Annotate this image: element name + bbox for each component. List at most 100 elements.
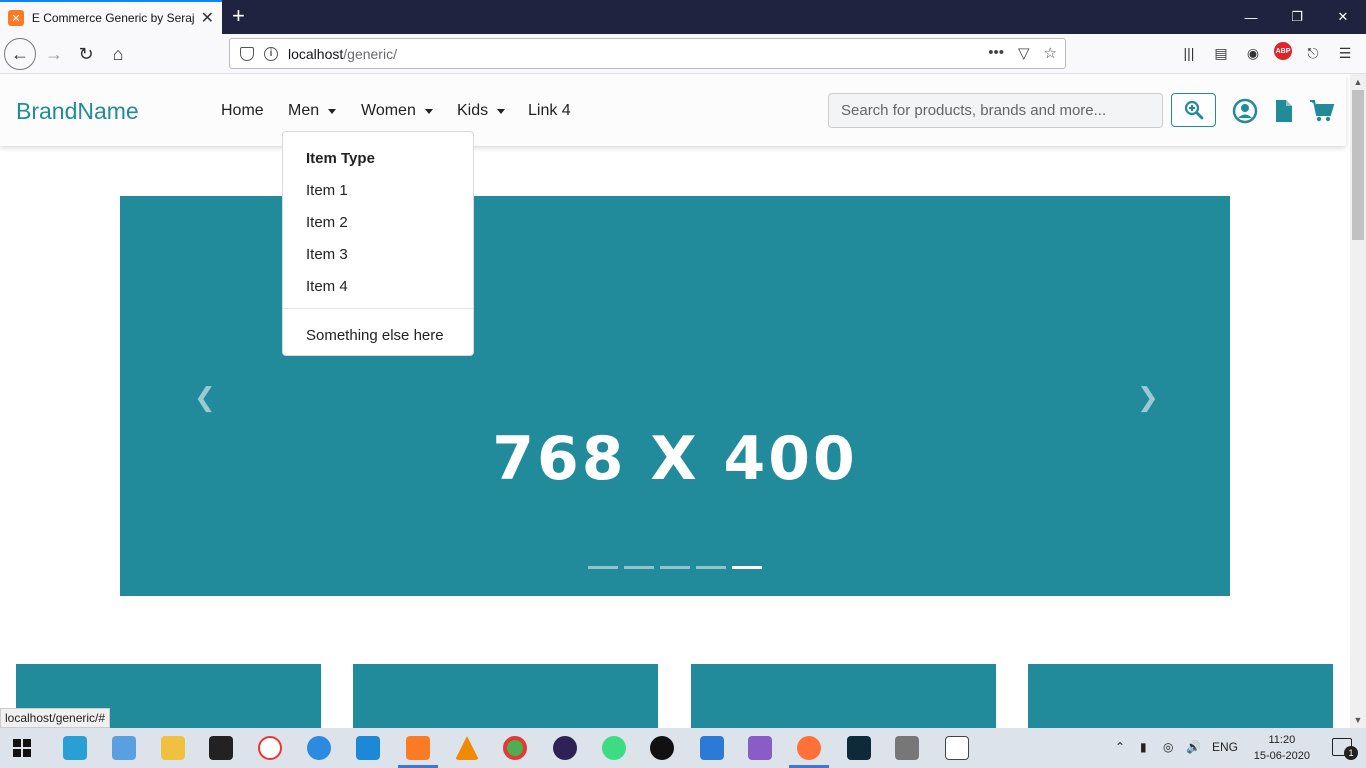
reload-button[interactable]: ↻ bbox=[70, 38, 102, 70]
carousel-indicators bbox=[588, 566, 762, 569]
menu-icon[interactable]: ☰ bbox=[1334, 42, 1356, 64]
shield-icon[interactable] bbox=[240, 46, 254, 61]
carousel-placeholder-text: 768 X 400 bbox=[492, 424, 858, 494]
page-scrollbar[interactable]: ▲ ▼ bbox=[1350, 74, 1366, 728]
carousel-indicator[interactable] bbox=[660, 566, 690, 569]
brand-logo[interactable]: BrandName bbox=[16, 98, 139, 125]
scroll-up-icon[interactable]: ▲ bbox=[1350, 74, 1366, 90]
site-navbar: BrandName Home Men Women Kids Link 4 bbox=[0, 74, 1346, 146]
dropdown-item-extra[interactable]: Something else here bbox=[306, 327, 444, 344]
dropdown-header: Item Type bbox=[306, 150, 375, 167]
home-button[interactable]: ⌂ bbox=[102, 38, 134, 70]
eclipse-icon[interactable] bbox=[553, 736, 577, 760]
file-explorer-icon[interactable] bbox=[161, 736, 185, 760]
terminal-icon[interactable] bbox=[209, 736, 233, 760]
caret-down-icon bbox=[424, 108, 433, 114]
file-icon[interactable] bbox=[1271, 98, 1297, 124]
nav-men[interactable]: Men bbox=[288, 102, 337, 120]
chrome-icon[interactable] bbox=[503, 736, 527, 760]
web-page: BrandName Home Men Women Kids Link 4 Sea… bbox=[0, 74, 1350, 728]
carousel-indicator[interactable] bbox=[624, 566, 654, 569]
browser-tab[interactable]: ✕ E Commerce Generic by Seraj K ✕ bbox=[0, 0, 222, 34]
adblock-icon[interactable]: ABP bbox=[1274, 42, 1292, 60]
forward-button[interactable]: → bbox=[38, 38, 70, 70]
control-panel-icon[interactable] bbox=[112, 736, 136, 760]
unreal-icon[interactable] bbox=[650, 736, 674, 760]
xampp-icon: ✕ bbox=[8, 10, 24, 26]
language-indicator[interactable]: ENG bbox=[1212, 740, 1238, 754]
edge-icon[interactable] bbox=[307, 736, 331, 760]
android-studio-icon[interactable] bbox=[602, 736, 626, 760]
carousel-indicator-active[interactable] bbox=[732, 566, 762, 569]
minimize-button[interactable]: — bbox=[1228, 0, 1274, 34]
gimp-icon[interactable] bbox=[895, 736, 919, 760]
new-tab-button[interactable]: + bbox=[232, 4, 245, 28]
product-tile[interactable] bbox=[691, 664, 996, 728]
nav-kids[interactable]: Kids bbox=[457, 102, 506, 120]
product-tile[interactable] bbox=[1028, 664, 1333, 728]
carousel-next-icon[interactable]: ❯ bbox=[1137, 382, 1159, 413]
scroll-thumb[interactable] bbox=[1352, 90, 1364, 240]
browser-toolbar: ← → ↻ ⌂ i localhost/generic/ ••• ▽ ☆ |||… bbox=[0, 34, 1366, 74]
notification-badge: 1 bbox=[1344, 746, 1358, 760]
link-status-bar: localhost/generic/# bbox=[0, 708, 111, 728]
firefox-icon[interactable] bbox=[797, 736, 821, 760]
shopping-cart-icon[interactable] bbox=[1309, 98, 1335, 124]
back-button[interactable]: ← bbox=[4, 38, 36, 70]
nav-link4[interactable]: Link 4 bbox=[528, 102, 571, 120]
info-icon[interactable]: i bbox=[264, 46, 278, 61]
library-icon[interactable]: ||| bbox=[1178, 42, 1200, 64]
product-tile[interactable] bbox=[353, 664, 658, 728]
chevron-up-icon[interactable]: ⌃ bbox=[1115, 740, 1125, 754]
dropdown-divider bbox=[283, 308, 473, 309]
visual-studio-icon[interactable] bbox=[748, 736, 772, 760]
dropdown-item[interactable]: Item 3 bbox=[306, 246, 348, 263]
volume-icon[interactable]: 🔊 bbox=[1186, 740, 1201, 754]
dropdown-item[interactable]: Item 1 bbox=[306, 182, 348, 199]
search-button[interactable] bbox=[1171, 93, 1216, 127]
search-input[interactable] bbox=[828, 93, 1163, 128]
pocket-icon[interactable]: ▽ bbox=[1018, 44, 1030, 62]
nav-home[interactable]: Home bbox=[221, 102, 264, 120]
carousel-indicator[interactable] bbox=[696, 566, 726, 569]
tab-title: E Commerce Generic by Seraj K bbox=[31, 11, 195, 25]
url-bar[interactable]: i localhost/generic/ ••• ▽ ☆ bbox=[229, 38, 1066, 69]
nav-kids-label: Kids bbox=[457, 102, 489, 119]
photoshop-icon[interactable] bbox=[847, 736, 871, 760]
nav-men-label: Men bbox=[288, 102, 320, 119]
url-host: localhost bbox=[288, 45, 344, 62]
url-path: /generic/ bbox=[343, 45, 397, 62]
caret-down-icon bbox=[328, 108, 337, 114]
task-view-icon[interactable] bbox=[63, 736, 87, 760]
close-icon[interactable]: ✕ bbox=[201, 8, 214, 28]
more-icon[interactable]: ••• bbox=[988, 44, 1004, 62]
vlc-icon[interactable] bbox=[455, 736, 479, 760]
star-icon[interactable]: ☆ bbox=[1044, 44, 1057, 62]
scroll-down-icon[interactable]: ▼ bbox=[1350, 712, 1366, 728]
dropdown-item[interactable]: Item 2 bbox=[306, 214, 348, 231]
battery-icon[interactable]: ▮ bbox=[1140, 740, 1147, 754]
men-dropdown-menu: Item Type Item 1 Item 2 Item 3 Item 4 So… bbox=[282, 131, 474, 356]
vscode-icon[interactable] bbox=[356, 736, 380, 760]
carousel-prev-icon[interactable]: ❮ bbox=[194, 382, 216, 413]
xampp-icon[interactable] bbox=[406, 736, 430, 760]
windows-start-icon[interactable] bbox=[12, 738, 32, 758]
sidebar-icon[interactable]: ▤ bbox=[1210, 42, 1232, 64]
window-close-button[interactable]: ✕ bbox=[1320, 0, 1366, 34]
app-icon[interactable] bbox=[258, 736, 282, 760]
dropdown-item[interactable]: Item 4 bbox=[306, 278, 348, 295]
clock-time: 11:20 bbox=[1268, 734, 1296, 746]
account-icon[interactable]: ◉ bbox=[1242, 42, 1264, 64]
notepad-icon[interactable] bbox=[945, 736, 969, 760]
nav-home-label: Home bbox=[221, 102, 264, 119]
nav-women[interactable]: Women bbox=[361, 102, 433, 120]
carousel-indicator[interactable] bbox=[588, 566, 618, 569]
extension-icon[interactable]: ⎋ bbox=[1302, 42, 1324, 64]
caret-down-icon bbox=[497, 108, 506, 114]
user-circle-icon[interactable] bbox=[1232, 98, 1258, 124]
wifi-icon[interactable]: ◎ bbox=[1163, 740, 1173, 754]
system-clock[interactable]: 11:20 15-06-2020 bbox=[1254, 732, 1310, 764]
restore-button[interactable]: ❐ bbox=[1274, 0, 1320, 34]
nav-link4-label: Link 4 bbox=[528, 102, 571, 119]
vs-installer-icon[interactable] bbox=[700, 736, 724, 760]
